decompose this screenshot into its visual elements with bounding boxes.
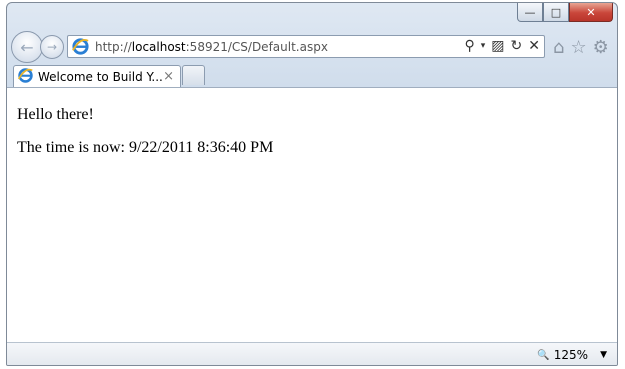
close-tab-icon[interactable]: × bbox=[163, 69, 174, 84]
window-controls: — □ ✕ bbox=[517, 3, 613, 23]
favorites-icon[interactable]: ☆ bbox=[570, 37, 586, 58]
search-dropdown-icon[interactable]: ▾ bbox=[481, 37, 486, 56]
greeting-text: Hello there! bbox=[17, 106, 94, 123]
ie-logo-icon bbox=[72, 38, 89, 55]
minimize-button[interactable]: — bbox=[517, 3, 543, 22]
ie-logo-icon bbox=[17, 68, 33, 83]
url-host: localhost bbox=[131, 40, 186, 54]
address-tools: ⚲ ▾ ▨ ↻ ✕ bbox=[465, 37, 541, 56]
zoom-level: 125% bbox=[553, 348, 589, 362]
gear-icon[interactable]: ⚙ bbox=[593, 37, 609, 58]
status-bar: 🔍 125% ▼ bbox=[7, 342, 617, 365]
maximize-button[interactable]: □ bbox=[543, 3, 569, 22]
page-content: Hello there! The time is now: 9/22/2011 … bbox=[7, 87, 617, 342]
home-icon[interactable]: ⌂ bbox=[553, 37, 564, 58]
url-prefix: http:// bbox=[95, 40, 132, 54]
time-text: The time is now: 9/22/2011 8:36:40 PM bbox=[17, 139, 274, 156]
back-button[interactable]: ← bbox=[11, 31, 43, 63]
tab-strip: Welcome to Build Y... × bbox=[7, 63, 617, 87]
search-icon[interactable]: ⚲ bbox=[465, 37, 475, 56]
compatibility-view-icon[interactable]: ▨ bbox=[491, 37, 504, 56]
forward-button[interactable]: → bbox=[40, 35, 64, 59]
url-text[interactable]: http://localhost:58921/CS/Default.aspx bbox=[95, 40, 328, 54]
url-path: :58921/CS/Default.aspx bbox=[185, 40, 328, 54]
browser-window: — □ ✕ ← → http://localhost:58921/CS/Defa… bbox=[6, 2, 618, 366]
zoom-control[interactable]: 🔍 125% ▼ bbox=[537, 348, 607, 362]
address-bar[interactable]: http://localhost:58921/CS/Default.aspx ⚲… bbox=[67, 35, 545, 58]
forward-arrow-icon: → bbox=[46, 40, 58, 54]
new-tab-button[interactable] bbox=[182, 65, 205, 85]
close-window-button[interactable]: ✕ bbox=[569, 3, 613, 22]
zoom-icon: 🔍 bbox=[537, 349, 550, 361]
stop-icon[interactable]: ✕ bbox=[528, 37, 540, 56]
back-arrow-icon: ← bbox=[20, 37, 34, 57]
command-icons: ⌂ ☆ ⚙ bbox=[553, 37, 609, 58]
refresh-icon[interactable]: ↻ bbox=[511, 37, 523, 56]
tab-welcome[interactable]: Welcome to Build Y... × bbox=[13, 65, 181, 87]
navigation-bar: ← → http://localhost:58921/CS/Default.as… bbox=[7, 31, 617, 63]
zoom-dropdown-icon[interactable]: ▼ bbox=[600, 350, 607, 360]
tab-label: Welcome to Build Y... bbox=[38, 70, 163, 84]
